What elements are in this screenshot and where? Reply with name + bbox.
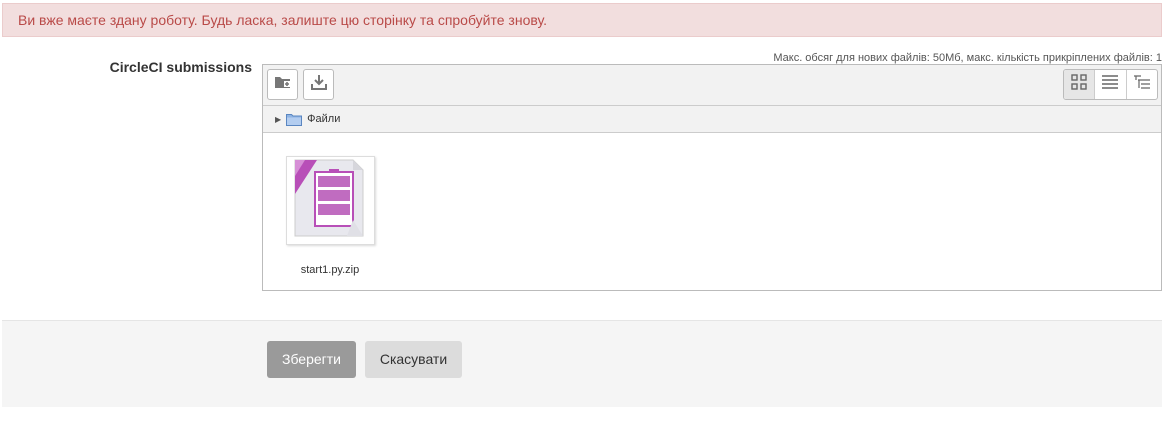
upload-limits-text: Макс. обсяг для нових файлів: 50Мб, макс… xyxy=(773,52,1162,64)
file-list-area: start1.py.zip xyxy=(263,133,1161,290)
create-folder-icon xyxy=(274,74,292,95)
file-manager-toolbar xyxy=(263,65,1161,106)
field-label: CircleCI submissions xyxy=(109,59,252,75)
download-icon xyxy=(310,73,328,96)
expand-arrow-icon[interactable]: ▶ xyxy=(275,115,281,124)
file-manager: ▶ Файли start1.py.zip xyxy=(262,64,1162,291)
file-path-bar: ▶ Файли xyxy=(263,106,1161,133)
view-switcher xyxy=(1063,69,1158,100)
form-footer: Зберегти Скасувати xyxy=(2,320,1162,407)
alert-message: Ви вже маєте здану роботу. Будь ласка, з… xyxy=(18,12,547,28)
error-alert: Ви вже маєте здану роботу. Будь ласка, з… xyxy=(2,3,1162,37)
save-button[interactable]: Зберегти xyxy=(267,341,356,378)
list-view-icon xyxy=(1101,75,1119,94)
file-item[interactable]: start1.py.zip xyxy=(285,156,375,276)
icons-view-button[interactable] xyxy=(1064,70,1096,99)
tree-view-icon xyxy=(1133,75,1151,94)
file-thumbnail[interactable] xyxy=(285,156,375,245)
path-label[interactable]: Файли xyxy=(307,113,340,125)
file-name[interactable]: start1.py.zip xyxy=(285,264,375,276)
cancel-button[interactable]: Скасувати xyxy=(365,341,462,378)
list-view-button[interactable] xyxy=(1095,70,1127,99)
folder-icon xyxy=(286,113,303,126)
download-button[interactable] xyxy=(303,69,334,100)
create-folder-button[interactable] xyxy=(267,69,298,100)
tree-view-button[interactable] xyxy=(1127,70,1157,99)
icons-view-icon xyxy=(1071,74,1087,95)
archive-file-icon xyxy=(289,156,371,245)
